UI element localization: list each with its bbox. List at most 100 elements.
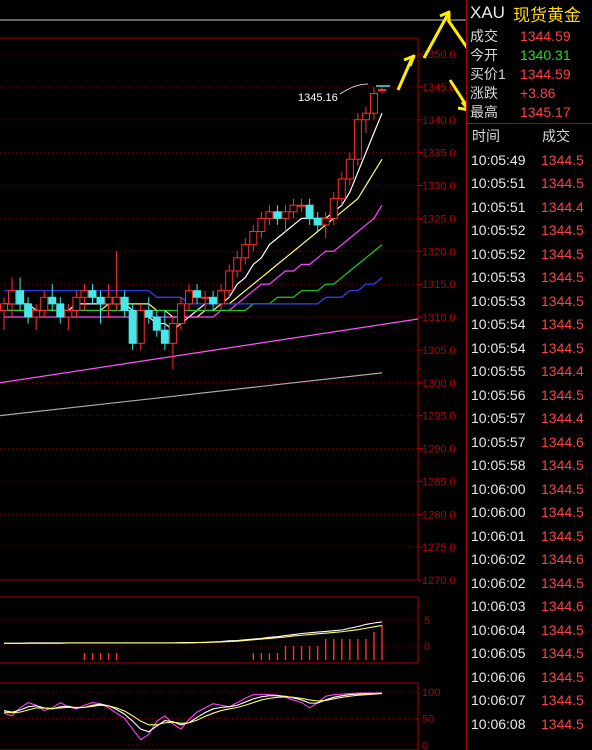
tick-row[interactable]: 10:06:06 1344.5 xyxy=(467,665,592,689)
tick-price: 1344.5 xyxy=(541,386,584,403)
volume-tick-label: 5 xyxy=(424,615,430,627)
tick-price: 1344.5 xyxy=(541,715,584,732)
candle-body xyxy=(152,316,161,331)
price-tick-label: 1270.0 xyxy=(422,575,456,587)
high-label: 1345.16 xyxy=(298,92,338,104)
price-tick-label: 1310.0 xyxy=(422,312,456,324)
candle-body xyxy=(48,296,57,305)
tick-row[interactable]: 10:05:51 1344.5 xyxy=(467,172,592,196)
candle-body xyxy=(0,303,8,311)
tick-row[interactable]: 10:05:57 1344.4 xyxy=(467,407,592,431)
tick-row[interactable]: 10:06:02 1344.6 xyxy=(467,548,592,572)
tick-row[interactable]: 10:06:03 1344.6 xyxy=(467,595,592,619)
quote-label: 买价1 xyxy=(470,65,506,82)
tick-time: 10:05:53 xyxy=(471,269,526,286)
candle-body xyxy=(305,204,314,219)
tick-time: 10:05:52 xyxy=(471,245,526,262)
candle-body xyxy=(209,296,218,305)
tick-time: 10:05:49 xyxy=(471,151,526,168)
ticks-header: 时间 成交 xyxy=(467,124,592,148)
candle-body xyxy=(104,296,113,305)
candle-body xyxy=(72,296,81,311)
tick-row[interactable]: 10:05:52 1344.5 xyxy=(467,219,592,243)
tick-price: 1344.6 xyxy=(541,433,584,450)
price-tick-label: 1285.0 xyxy=(422,476,456,488)
quote-row-open: 今开 1340.31 xyxy=(467,45,592,64)
tick-price: 1344.5 xyxy=(541,645,584,662)
kline-chart[interactable]: 1350.01345.01340.01335.01330.01325.01320… xyxy=(0,0,466,750)
price-tick-label: 1325.0 xyxy=(422,213,456,225)
quote-row-high: 最高 1345.17 xyxy=(467,102,592,121)
tick-time: 10:05:54 xyxy=(471,316,526,333)
quote-value: 1344.59 xyxy=(520,65,571,82)
tick-time: 10:05:56 xyxy=(471,386,526,403)
ticks-list[interactable]: 10:05:49 1344.5 10:05:51 1344.5 10:05:51 1344… xyxy=(467,148,592,736)
candle-body xyxy=(265,211,274,219)
quote-label: 成交 xyxy=(470,27,498,44)
tick-row[interactable]: 10:05:57 1344.6 xyxy=(467,430,592,454)
candle-body xyxy=(329,198,338,219)
price-tick-label: 1315.0 xyxy=(422,279,456,291)
tick-time: 10:05:57 xyxy=(471,410,526,427)
tick-row[interactable]: 10:06:05 1344.5 xyxy=(467,642,592,666)
tick-time: 10:06:04 xyxy=(471,621,526,638)
trend-line xyxy=(0,372,383,417)
tick-price: 1344.5 xyxy=(541,222,584,239)
tick-row[interactable]: 10:05:56 1344.5 xyxy=(467,383,592,407)
candle-body xyxy=(281,211,290,219)
candle-body xyxy=(16,290,25,305)
candle-body xyxy=(8,290,17,305)
tick-row[interactable]: 10:05:58 1344.5 xyxy=(467,454,592,478)
tick-row[interactable]: 10:05:54 1344.5 xyxy=(467,313,592,337)
tick-row[interactable]: 10:06:00 1344.5 xyxy=(467,501,592,525)
candle-body xyxy=(144,309,153,318)
tick-price: 1344.6 xyxy=(541,551,584,568)
tick-row[interactable]: 10:06:01 1344.5 xyxy=(467,524,592,548)
osc-tick-label: 100 xyxy=(422,687,440,699)
tick-time: 10:06:03 xyxy=(471,598,526,615)
candle-body xyxy=(233,257,242,272)
tick-price: 1344.4 xyxy=(541,363,584,380)
tick-row[interactable]: 10:06:04 1344.5 xyxy=(467,618,592,642)
volume-tick-label: 0 xyxy=(424,641,430,653)
candle-body xyxy=(297,204,306,207)
candle-body xyxy=(241,244,250,259)
tick-price: 1344.5 xyxy=(541,504,584,521)
tick-row[interactable]: 10:05:54 1344.5 xyxy=(467,336,592,360)
price-tick-label: 1320.0 xyxy=(422,246,456,258)
tick-row[interactable]: 10:06:02 1344.5 xyxy=(467,571,592,595)
tick-time: 10:06:06 xyxy=(471,668,526,685)
tick-price: 1344.5 xyxy=(541,574,584,591)
candle-body xyxy=(176,303,185,325)
quote-panel: XAU 现货黄金 成交 1344.59 今开 1340.31 买价1 1344.… xyxy=(466,0,592,750)
tick-price: 1344.5 xyxy=(541,316,584,333)
tick-row[interactable]: 10:05:53 1344.5 xyxy=(467,266,592,290)
tick-price: 1344.5 xyxy=(541,457,584,474)
candle-body xyxy=(369,92,378,114)
tick-row[interactable]: 10:05:55 1344.4 xyxy=(467,360,592,384)
annotation-arrow xyxy=(403,54,416,67)
price-tick-label: 1305.0 xyxy=(422,345,456,357)
tick-price: 1344.5 xyxy=(541,175,584,192)
tick-row[interactable]: 10:06:07 1344.5 xyxy=(467,689,592,713)
candle-body xyxy=(184,290,193,305)
candle-body xyxy=(217,290,226,305)
tick-price: 1344.5 xyxy=(541,292,584,309)
quote-row-bid: 买价1 1344.59 xyxy=(467,64,592,83)
tick-time: 10:06:00 xyxy=(471,504,526,521)
tick-row[interactable]: 10:05:51 1344.4 xyxy=(467,195,592,219)
tick-row[interactable]: 10:06:00 1344.5 xyxy=(467,477,592,501)
tick-row[interactable]: 10:05:52 1344.5 xyxy=(467,242,592,266)
quote-row-last: 成交 1344.59 xyxy=(467,26,592,45)
tick-row[interactable]: 10:05:53 1344.5 xyxy=(467,289,592,313)
osc-tick-label: 0 xyxy=(422,740,428,750)
candle-body xyxy=(168,323,177,344)
tick-row[interactable]: 10:06:08 1344.5 xyxy=(467,712,592,736)
candle-body xyxy=(201,296,210,299)
candle-body xyxy=(361,112,370,121)
candle-body xyxy=(40,296,49,311)
trend-line xyxy=(0,318,419,384)
candle-body xyxy=(193,290,202,298)
chart-area[interactable]: 1350.0 1345.0 1340.0 1335.0 1330.0 1325.0 1320… xyxy=(0,0,466,750)
tick-row[interactable]: 10:05:49 1344.5 xyxy=(467,148,592,172)
